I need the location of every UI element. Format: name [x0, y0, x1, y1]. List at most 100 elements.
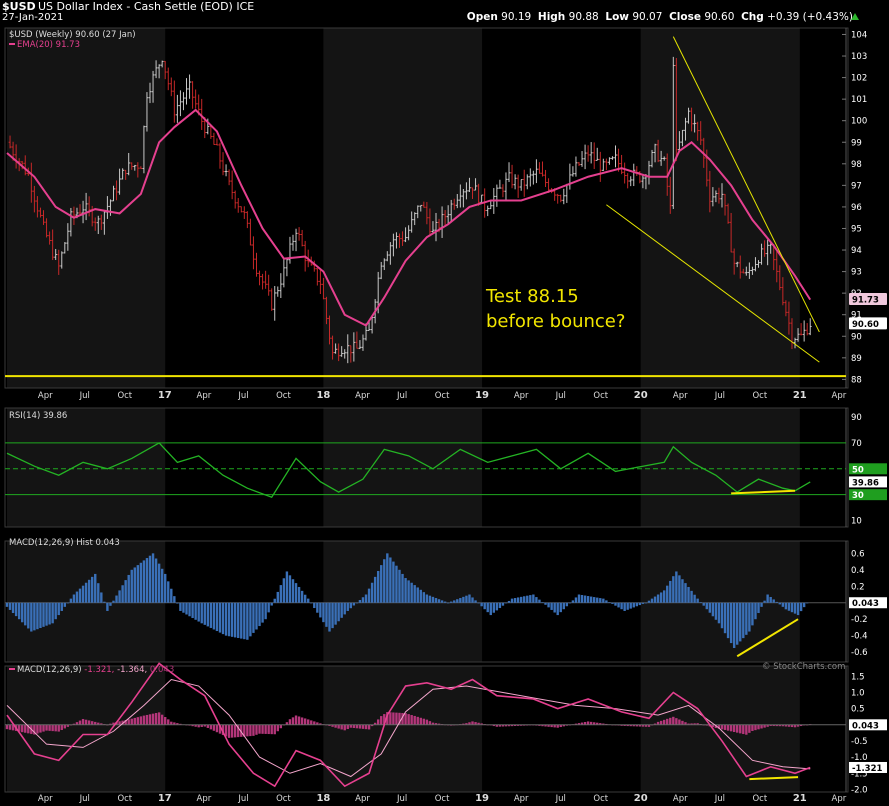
hist-bar	[188, 602, 191, 617]
macd-hist-bar	[681, 720, 684, 725]
price-tick-label: 101	[851, 95, 867, 105]
hist-bar	[383, 559, 386, 603]
hist-bar	[790, 602, 794, 613]
hist-bar	[103, 601, 106, 603]
macd-hist-bar	[118, 721, 121, 725]
hist-bar	[766, 594, 769, 603]
hist-bar	[729, 602, 733, 644]
price-legend-symbol: $USD (Weekly) 90.60 (27 Jan)	[9, 30, 136, 40]
hist-bar	[669, 580, 672, 603]
x-tick-label: Jul	[714, 794, 725, 804]
hist-bar	[185, 602, 188, 615]
hist-bar	[337, 602, 340, 622]
hist-bar	[276, 591, 279, 603]
hist-bar	[519, 596, 523, 603]
hist-bar	[453, 600, 456, 603]
macd-hist-bar	[754, 724, 757, 731]
hist-bar	[319, 602, 322, 618]
x-tick-label: Apr	[38, 794, 53, 804]
hist-bar	[42, 602, 45, 627]
price-tick-label: 93	[851, 268, 862, 278]
hist-bar	[386, 553, 389, 603]
macd-hist-bar	[392, 712, 395, 725]
x-tick-label: 20	[634, 793, 648, 804]
hist-bar	[401, 573, 404, 603]
macd-tick-label: 1.0	[851, 688, 865, 698]
hist-bar	[763, 600, 766, 603]
hist-bar	[81, 585, 85, 603]
hist-bar	[261, 602, 264, 623]
macd-hist-bar	[270, 724, 273, 735]
hist-bar	[380, 565, 383, 603]
macd-hist-bar	[757, 724, 760, 730]
macd-hist-bar	[276, 724, 279, 732]
hist-bar	[681, 579, 684, 603]
macd-hist-bar	[586, 721, 590, 725]
hist-bar	[559, 602, 562, 613]
hist-bar	[279, 585, 283, 603]
macd-hist-bar	[672, 716, 675, 725]
macd-hist-bar	[5, 724, 9, 730]
hist-bar	[641, 602, 645, 604]
macd-hist-bar	[343, 724, 346, 731]
macd-hist-bar	[346, 724, 349, 730]
hist-bar	[647, 600, 651, 603]
hist-bar	[334, 602, 337, 625]
macd-hist-bar	[63, 724, 67, 729]
hist-bar	[523, 596, 526, 603]
x-tick-label: 19	[475, 793, 489, 804]
hist-bar	[678, 575, 681, 603]
hist-bar	[407, 580, 410, 603]
hist-bar	[471, 597, 474, 603]
macd-legend-part: -1.321,	[84, 665, 117, 675]
hist-bar	[355, 602, 359, 604]
hist-bar	[176, 602, 179, 604]
hist-bar	[638, 602, 642, 606]
year-band	[7, 408, 166, 527]
hist-bar	[495, 602, 499, 611]
hist-bar	[151, 553, 155, 603]
hist-bar	[294, 583, 298, 603]
hist-bar	[690, 590, 693, 603]
hist-bar	[209, 602, 213, 628]
hist-bar	[510, 598, 514, 603]
hist-bar	[14, 602, 18, 617]
hist-bar	[535, 597, 538, 603]
macd-hist-bar	[291, 717, 295, 725]
hist-bar	[57, 602, 60, 616]
macd-hist-bar	[726, 724, 730, 731]
hist-bar	[395, 565, 398, 603]
hist-bar	[693, 594, 696, 603]
hist-bar	[644, 602, 648, 604]
hist-bar	[793, 602, 797, 614]
hist-bar	[437, 599, 441, 603]
hist-bar	[720, 602, 724, 629]
hist-bar	[754, 602, 757, 620]
hist-bar	[69, 598, 73, 603]
hist-bar	[492, 602, 496, 613]
hist-bar	[480, 602, 483, 607]
price-legend-ema: EMA(20) 91.73	[17, 40, 80, 50]
hist-bar	[94, 573, 97, 603]
hist-bar	[547, 602, 550, 608]
macd-hist-bar	[288, 719, 292, 725]
hist-bar	[571, 600, 575, 603]
hist-bar	[173, 596, 176, 603]
macd-hist-bar	[258, 724, 261, 734]
hist-bar	[623, 602, 626, 611]
macd-tick-label: -0.5	[851, 737, 868, 747]
macd-hist-bar	[36, 724, 39, 734]
hist-bar	[288, 575, 292, 603]
macd-tick-label: 0.5	[851, 705, 865, 715]
hist-bar	[419, 589, 422, 603]
macd-hist-bar	[8, 724, 12, 730]
hist-bar	[574, 597, 578, 603]
macd-hist-bar	[279, 724, 283, 729]
hist-bar	[249, 602, 252, 637]
hist-bar	[267, 602, 270, 613]
hist-bar	[504, 602, 508, 604]
x-tick-label: 21	[793, 793, 807, 804]
hist-bar	[282, 578, 286, 603]
x-tick-label: Apr	[355, 794, 370, 804]
x-tick-label: Jul	[79, 794, 90, 804]
